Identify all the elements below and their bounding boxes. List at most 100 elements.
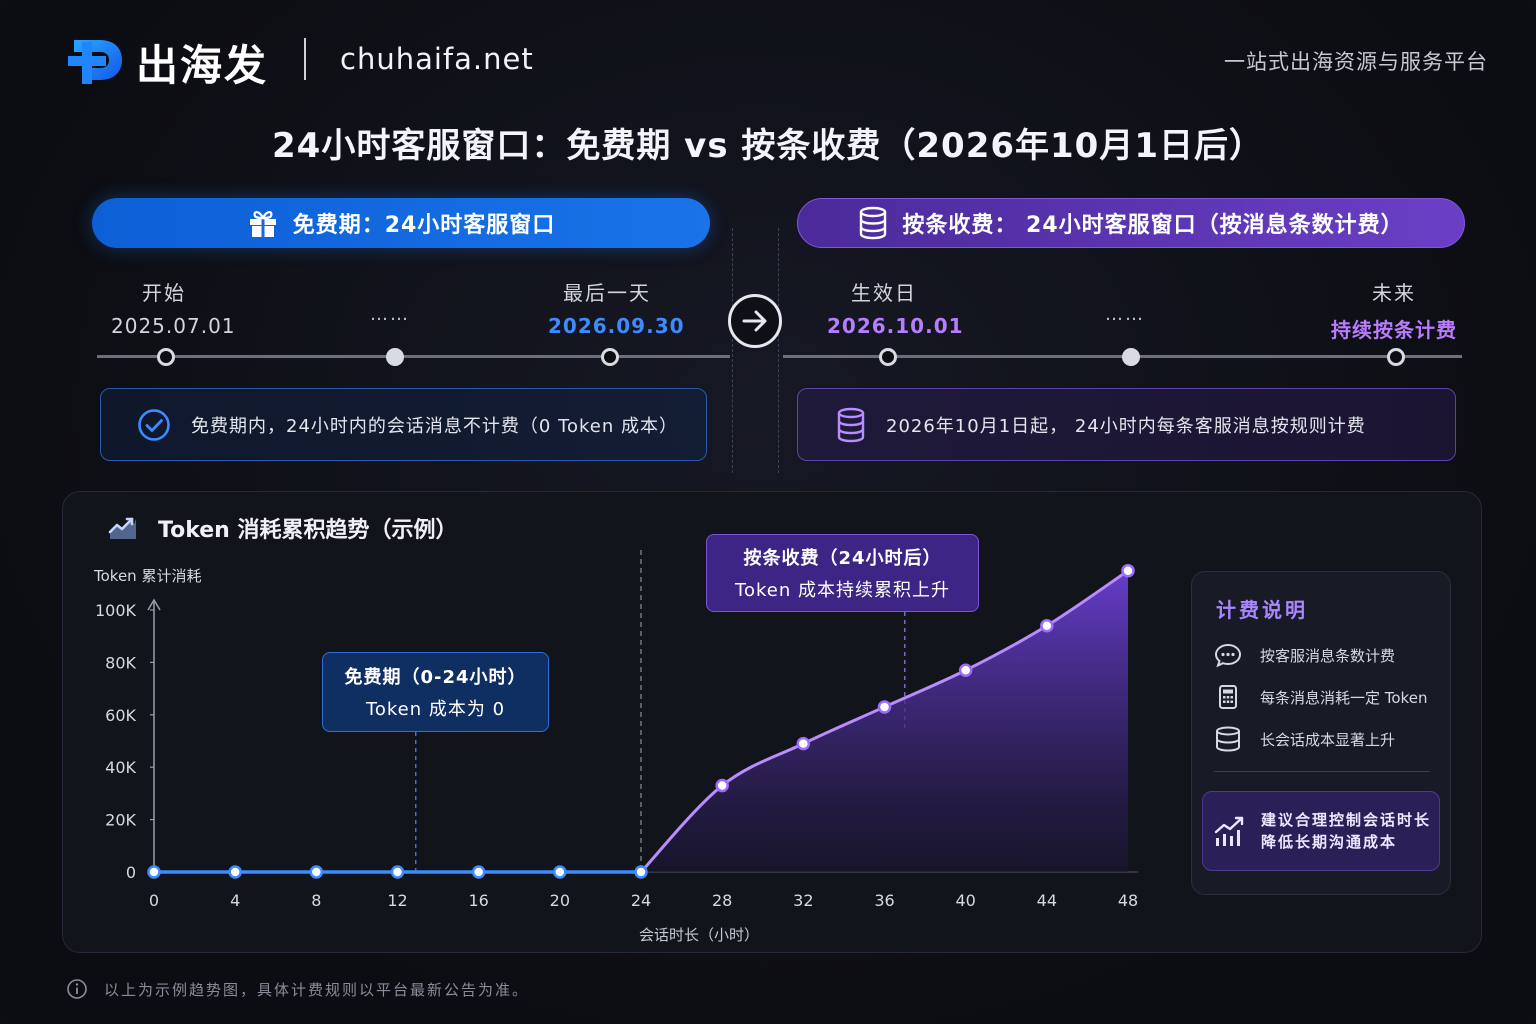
y-tick-label: 40K [105, 758, 136, 777]
arrow-right-icon [742, 310, 767, 332]
y-tick-label: 80K [105, 653, 136, 672]
free-ellipsis: …… [370, 304, 410, 325]
paid-start-date: 2026.10.01 [827, 314, 964, 338]
free-end-node [601, 348, 619, 366]
x-tick-label: 48 [1118, 891, 1138, 910]
billing-tip-line1: 建议合理控制会话时长 [1261, 811, 1432, 829]
y-tick-label: 100K [95, 601, 137, 620]
check-circle-icon [138, 408, 170, 441]
database-icon [860, 206, 887, 240]
free-timeline-line [97, 355, 730, 358]
billing-item-database: 长会话成本显著上升 [1214, 726, 1395, 752]
paid-series-point [877, 700, 892, 714]
paid-ellipsis: …… [1105, 304, 1145, 325]
paid-series-area [641, 570, 1128, 872]
paid-info-text: 2026年10月1日起， 24小时内每条客服消息按规则计费 [886, 415, 1366, 437]
info-icon [67, 979, 87, 999]
free-mid-node [386, 348, 404, 366]
billing-separator [1214, 771, 1430, 772]
brand-slogan: 一站式出海资源与服务平台 [1224, 50, 1488, 74]
brand-separator [304, 38, 306, 80]
x-tick-label: 24 [631, 891, 651, 910]
billing-item-database-text: 长会话成本显著上升 [1260, 730, 1396, 749]
billing-title: 计费说明 [1216, 598, 1308, 622]
y-tick-label: 0 [126, 863, 136, 882]
database-icon [837, 407, 865, 442]
paid-series-point [715, 778, 729, 793]
free-start-date: 2025.07.01 [111, 314, 236, 338]
free-phase-banner-text: 免费期：24小时客服窗口 [292, 213, 556, 238]
x-tick-label: 36 [874, 891, 894, 910]
paid-callout-line2: Token 成本持续累积上升 [735, 580, 950, 601]
free-start-label: 开始 [142, 281, 186, 305]
billing-item-calculator-text: 每条消息消耗一定 Token [1260, 688, 1428, 707]
growth-chart-icon [1214, 816, 1244, 846]
free-series-point [147, 865, 161, 879]
x-tick-label: 4 [230, 891, 240, 910]
free-end-date: 2026.09.30 [548, 314, 685, 338]
paid-series-point [1040, 618, 1054, 633]
free-series-point [309, 865, 324, 879]
free-callout-line2: Token 成本为 0 [365, 699, 506, 720]
phase-divider-right [778, 228, 779, 473]
brand-name: 出海发 [136, 41, 269, 90]
free-period-callout: 免费期（0-24小时） Token 成本为 0 [322, 652, 549, 732]
x-axis-label: 会话时长（小时） [639, 926, 759, 944]
paid-future-label: 未来 [1372, 281, 1416, 305]
x-tick-label: 40 [955, 891, 975, 910]
paid-start-node [879, 348, 897, 366]
calculator-icon [1219, 685, 1237, 709]
paid-series-point [796, 736, 811, 751]
billing-item-chat: 按客服消息条数计费 [1214, 642, 1395, 668]
paid-phase-banner-text: 按条收费： 24小时客服窗口（按消息条数计费） [902, 213, 1404, 238]
free-start-node [157, 348, 175, 366]
free-series-point [634, 865, 648, 879]
gift-icon [249, 211, 276, 237]
x-tick-label: 28 [712, 891, 732, 910]
free-series-point [553, 865, 567, 879]
x-tick-label: 12 [387, 891, 407, 910]
page-title: 24小时客服窗口：免费期 vs 按条收费（2026年10月1日后） [272, 126, 1264, 166]
billing-tip: 建议合理控制会话时长 降低长期沟通成本 [1202, 791, 1440, 871]
paid-callout-line1: 按条收费（24小时后） [743, 548, 942, 569]
free-series-point [471, 865, 486, 879]
free-phase-banner: 免费期：24小时客服窗口 [92, 198, 710, 248]
x-tick-label: 16 [468, 891, 488, 910]
x-tick-label: 8 [311, 891, 321, 910]
database-icon [1216, 726, 1240, 752]
free-info-text: 免费期内，24小时内的会话消息不计费（0 Token 成本） [191, 415, 679, 437]
brand-domain[interactable]: chuhaifa.net [340, 42, 534, 76]
trend-chart-icon [108, 517, 136, 539]
billing-tip-line2: 降低长期沟通成本 [1261, 833, 1398, 851]
chat-icon [1214, 643, 1242, 668]
free-series-point [228, 865, 242, 879]
free-info-box: 免费期内，24小时内的会话消息不计费（0 Token 成本） [100, 388, 707, 461]
y-axis-label: Token 累计消耗 [93, 567, 201, 585]
paid-series-point [958, 663, 973, 678]
billing-item-calculator: 每条消息消耗一定 Token [1214, 684, 1427, 710]
x-tick-label: 0 [149, 891, 159, 910]
paid-phase-banner: 按条收费： 24小时客服窗口（按消息条数计费） [797, 198, 1465, 248]
paid-info-box: 2026年10月1日起， 24小时内每条客服消息按规则计费 [797, 388, 1456, 461]
paid-start-label: 生效日 [851, 281, 917, 305]
y-tick-label: 20K [105, 811, 136, 830]
paid-mid-node [1122, 348, 1140, 366]
free-callout-line1: 免费期（0-24小时） [344, 667, 527, 688]
billing-item-chat-text: 按客服消息条数计费 [1260, 646, 1396, 665]
paid-future-text: 持续按条计费 [1331, 318, 1457, 342]
footnote-text: 以上为示例趋势图，具体计费规则以平台最新公告为准。 [104, 980, 530, 999]
paid-series-point [1121, 563, 1135, 578]
paid-future-node [1387, 348, 1405, 366]
phase-arrow [728, 294, 782, 348]
free-series-point [390, 865, 405, 879]
token-trend-chart: Token 累计消耗020K40K60K80K100K0 4 8 12 16 20 24 28… [93, 550, 1138, 944]
x-tick-label: 20 [550, 891, 570, 910]
x-tick-label: 44 [1037, 891, 1057, 910]
free-end-label: 最后一天 [563, 281, 651, 305]
phase-divider-left [732, 228, 733, 473]
brand-logo-icon [68, 40, 122, 84]
footnote: 以上为示例趋势图，具体计费规则以平台最新公告为准。 [66, 978, 529, 1000]
paid-period-callout: 按条收费（24小时后） Token 成本持续累积上升 [706, 534, 979, 612]
y-tick-label: 60K [105, 706, 136, 725]
x-tick-label: 32 [793, 891, 813, 910]
